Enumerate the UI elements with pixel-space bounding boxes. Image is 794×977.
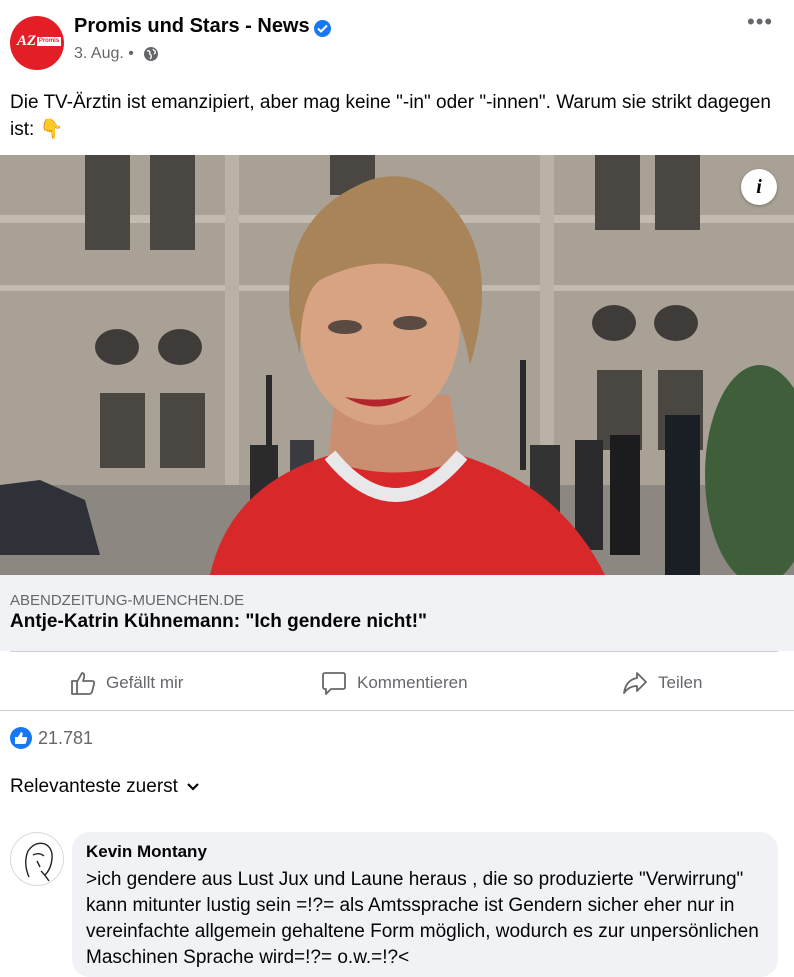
verified-badge-icon [314,20,331,37]
link-domain: ABENDZEITUNG-MUENCHEN.DE [10,592,245,609]
post-header: AZ Promis Promis und Stars - News 3. Aug… [0,0,794,80]
comment-sort-dropdown[interactable]: Relevanteste zuerst [10,776,200,798]
comment-text: >ich gendere aus Lust Jux und Laune hera… [86,869,759,968]
action-bar: Gefällt mir Kommentieren Teilen [0,658,794,708]
comment-label: Kommentieren [357,673,468,692]
like-reaction-icon [10,727,32,749]
like-button[interactable]: Gefällt mir [70,658,183,708]
commenter-avatar[interactable] [10,832,64,886]
divider [0,710,794,711]
more-options-icon[interactable]: ••• [747,11,772,36]
info-button[interactable]: i [741,169,777,205]
chevron-down-icon [187,783,199,791]
commenter-name[interactable]: Kevin Montany [86,842,764,862]
comment-bubble: Kevin Montany >ich gendere aus Lust Jux … [72,832,778,977]
comment-button[interactable]: Kommentieren [321,658,468,708]
link-title[interactable]: Antje-Katrin Kühnemann: "Ich gendere nic… [10,611,427,633]
comment-icon [322,672,346,695]
page-name-link[interactable]: Promis und Stars - News [74,15,310,38]
page-avatar[interactable]: AZ Promis [10,16,64,70]
thumbs-up-icon [71,672,96,695]
share-button[interactable]: Teilen [622,658,702,708]
post-text: Die TV-Ärztin ist emanzipiert, aber mag … [10,92,771,140]
divider [10,651,778,652]
post-photo[interactable] [0,155,794,575]
share-icon [623,672,647,694]
reactions-summary[interactable]: 21.781 [10,726,93,750]
logo-text: AZ [17,33,37,49]
reaction-count: 21.781 [38,727,94,748]
like-label: Gefällt mir [106,673,184,692]
post-date[interactable]: 3. Aug. • [74,45,134,63]
sort-label: Relevanteste zuerst [10,776,178,797]
share-label: Teilen [658,673,703,692]
logo-badge: Promis [37,37,61,46]
photo-illustration [0,155,794,575]
globe-icon [144,47,158,61]
